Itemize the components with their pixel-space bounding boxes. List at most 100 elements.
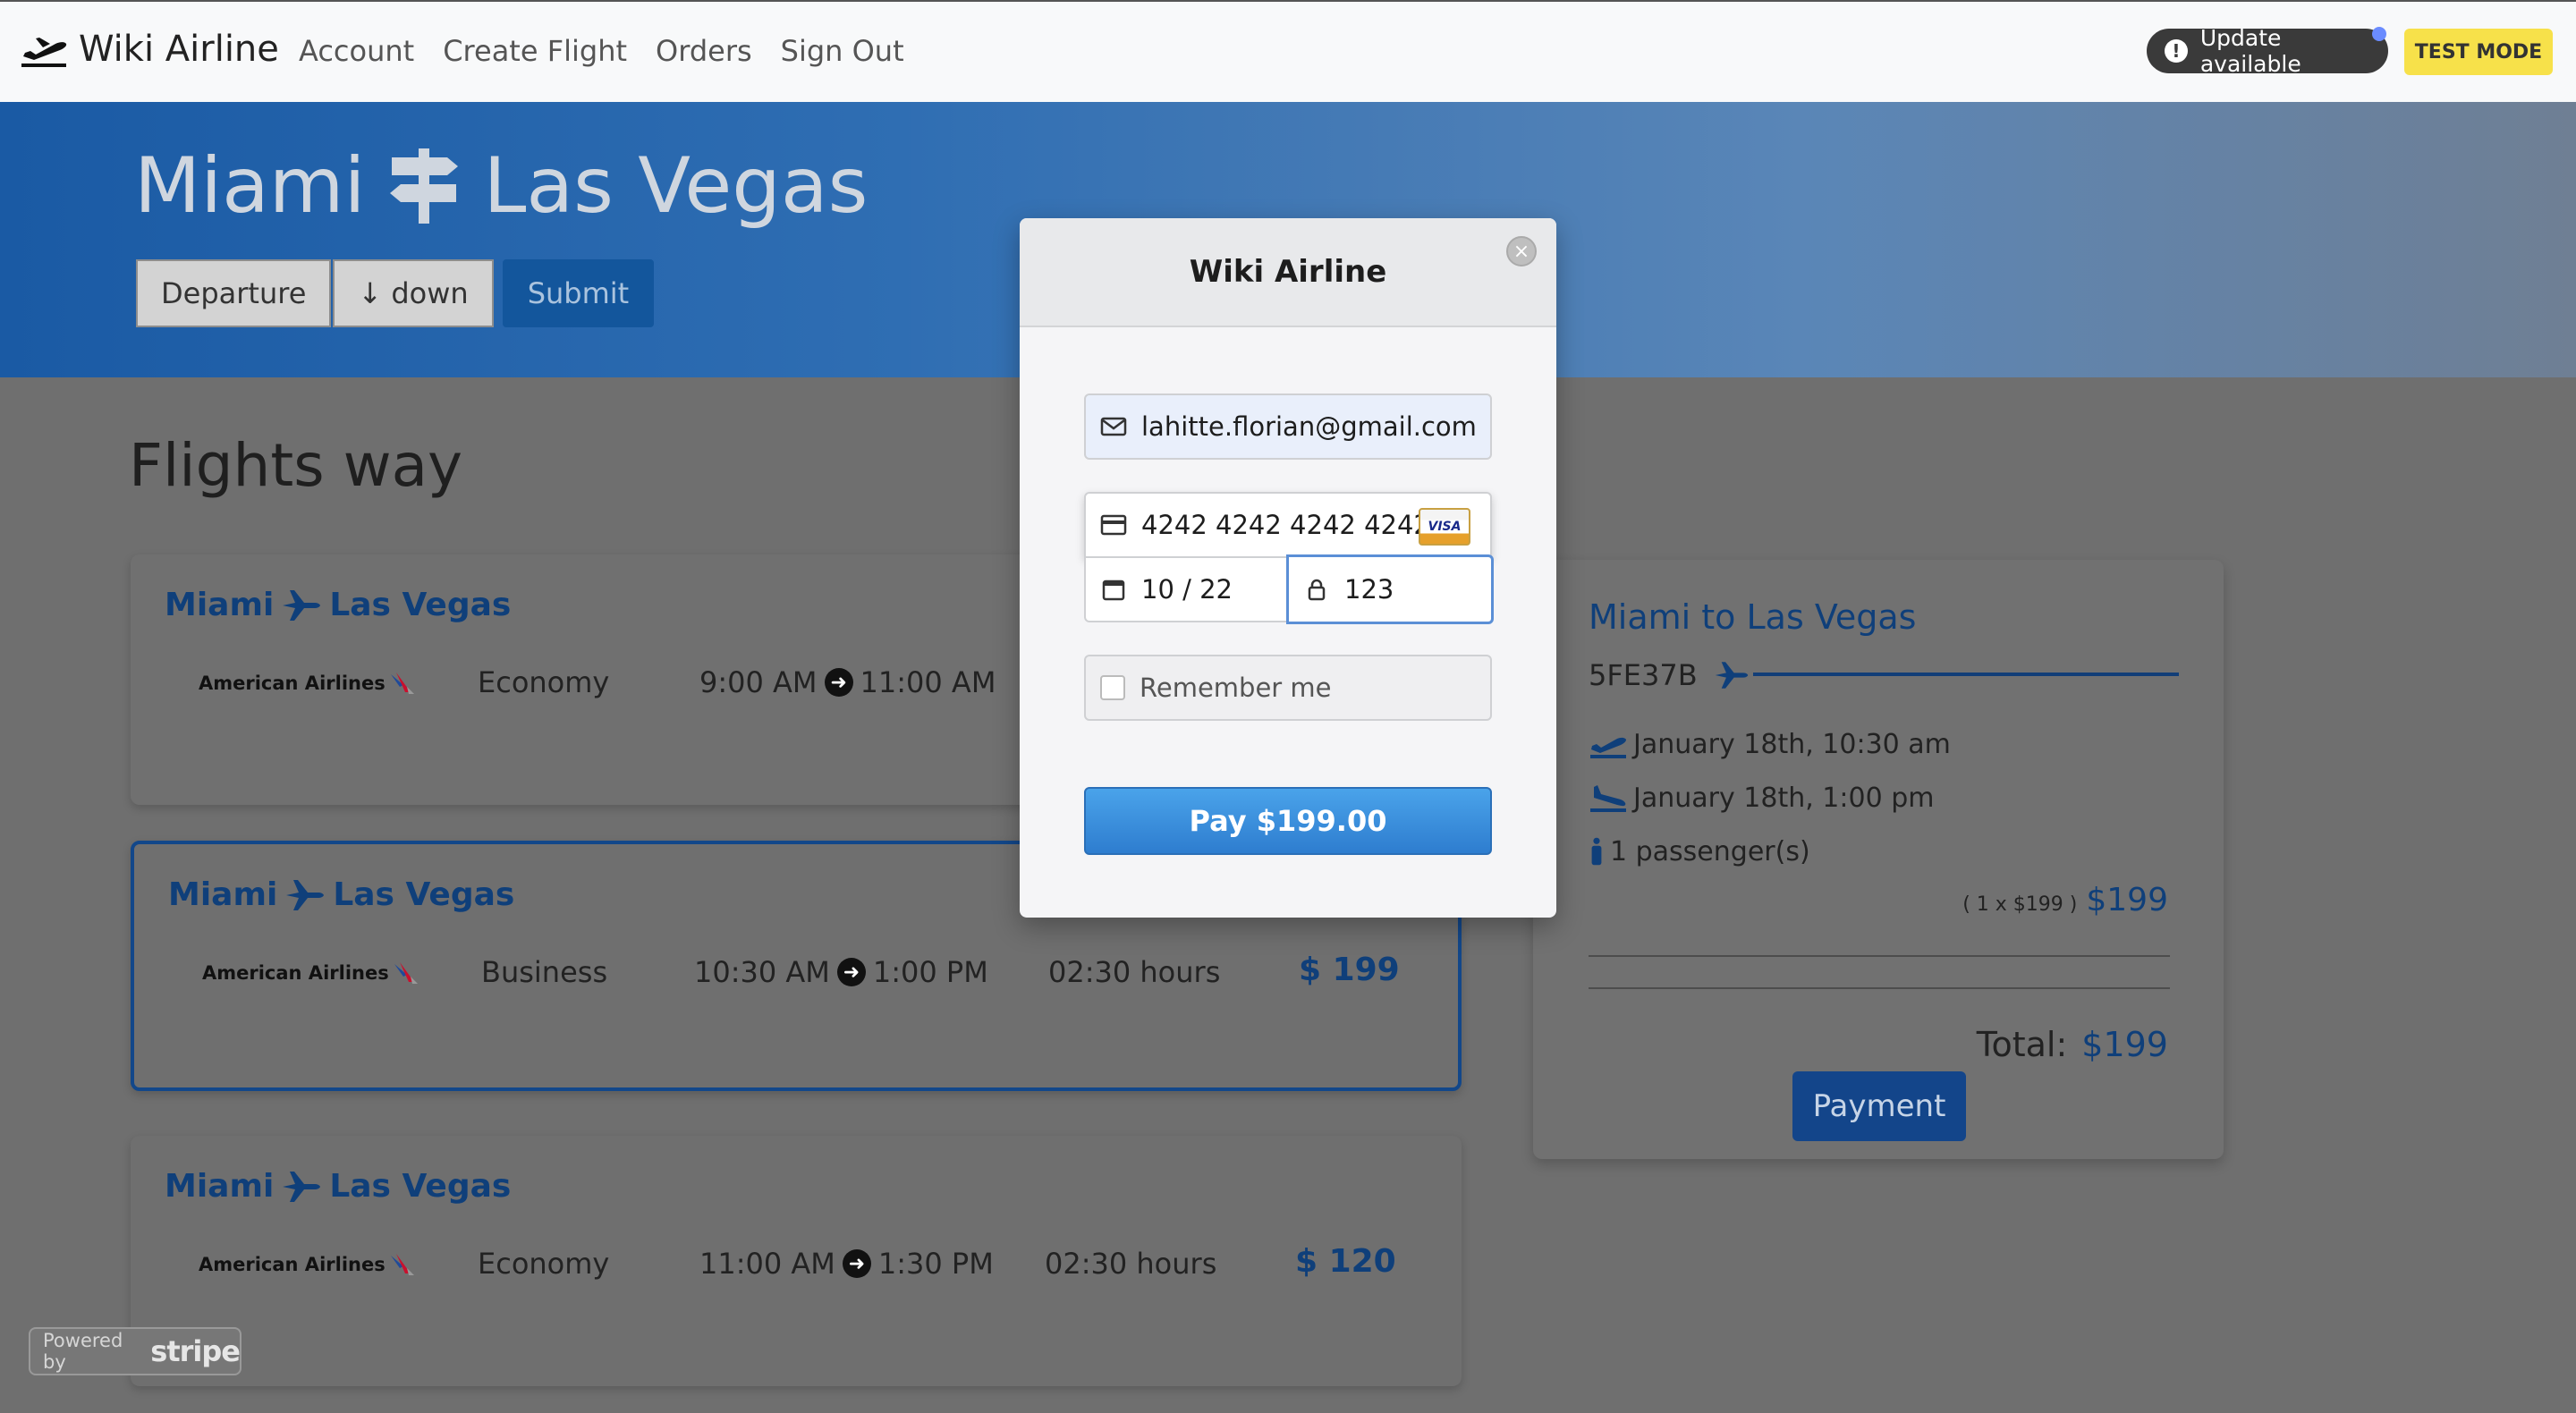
section-title: Flights way: [129, 431, 463, 500]
update-label: Update available: [2199, 25, 2301, 77]
nav-sign-out[interactable]: Sign Out: [781, 34, 904, 68]
update-available-button[interactable]: ! Update available: [2147, 25, 2388, 77]
email-field[interactable]: lahitte.florian@gmail.com: [1084, 393, 1492, 460]
route-to: Las Vegas: [329, 587, 512, 623]
order-summary: Miami to Las Vegas 5FE37B January 18th, …: [1533, 560, 2224, 1159]
lock-icon: [1308, 579, 1326, 601]
sort-down-button[interactable]: ↓ down: [333, 259, 494, 327]
cabin-class: Business: [481, 955, 608, 989]
remember-label: Remember me: [1140, 673, 1332, 703]
arrive-time: 11:00 AM: [860, 665, 996, 699]
signpost-icon: [390, 148, 459, 224]
flight-times: 9:00 AM ➜ 11:00 AM: [699, 665, 996, 699]
plane-arrival-icon: [1590, 785, 1626, 812]
depart-time: 10:30 AM: [694, 955, 830, 989]
total-value: $199: [2081, 1025, 2168, 1064]
expiry-field[interactable]: 10 / 22: [1084, 556, 1288, 622]
person-icon: [1591, 837, 1602, 866]
card-number-field[interactable]: 4242 4242 4242 4242 VISA: [1084, 492, 1492, 558]
calendar-icon: [1102, 580, 1125, 601]
arrow-right-icon: ➜: [836, 958, 866, 986]
nav-create-flight[interactable]: Create Flight: [443, 34, 627, 68]
airline-name: American Airlines: [199, 1254, 386, 1275]
plane-departure-icon: [1590, 737, 1626, 758]
divider: [1589, 987, 2170, 989]
hero-to: Las Vegas: [483, 141, 869, 231]
close-icon[interactable]: ×: [1506, 236, 1537, 267]
total-label: Total:: [1976, 1025, 2068, 1064]
powered-by-stripe[interactable]: Powered by stripe: [29, 1327, 242, 1375]
sort-controls: Departure ↓ down Submit: [136, 259, 655, 327]
cvc-field[interactable]: 123: [1286, 554, 1494, 624]
airline-eagle-icon: [394, 962, 418, 984]
nav-account[interactable]: Account: [299, 34, 414, 68]
flight-code-text: 5FE37B: [1589, 658, 1698, 692]
depart-time: 9:00 AM: [699, 665, 818, 699]
checkbox-icon[interactable]: [1100, 675, 1125, 700]
route-from: Miami: [168, 876, 278, 913]
divider: [1589, 955, 2170, 957]
total-row: Total: $199: [1977, 1025, 2168, 1064]
route-to: Las Vegas: [333, 876, 515, 913]
airplane-icon: [286, 879, 325, 910]
cabin-class: Economy: [478, 1247, 610, 1281]
price-calc: ( 1 x $199 ) $199: [1962, 882, 2168, 918]
cvc-value: 123: [1344, 574, 1394, 605]
notification-dot: [2372, 27, 2386, 41]
arrive-time: 1:30 PM: [877, 1247, 994, 1281]
cabin-class: Economy: [478, 665, 610, 699]
flight-code: 5FE37B: [1589, 658, 1750, 692]
nav-links: Account Create Flight Orders Sign Out: [299, 34, 933, 68]
visa-card-icon: VISA: [1419, 508, 1470, 546]
airplane-icon: [283, 589, 321, 621]
departure-button[interactable]: Departure: [136, 259, 332, 327]
nav-orders[interactable]: Orders: [656, 34, 752, 68]
flight-route: Miami Las Vegas: [165, 1168, 511, 1205]
brand[interactable]: Wiki Airline: [20, 29, 279, 70]
arrival-row: January 18th, 1:00 pm: [1589, 782, 1934, 814]
price-breakdown: ( 1 x $199 ): [1962, 893, 2078, 916]
airline-logo: American Airlines: [199, 1252, 416, 1277]
hero-from: Miami: [134, 141, 366, 231]
email-value: lahitte.florian@gmail.com: [1141, 411, 1477, 442]
flight-card[interactable]: Miami Las Vegas American Airlines Econom…: [131, 1136, 1462, 1386]
flight-times: 10:30 AM ➜ 1:00 PM: [694, 955, 988, 989]
arrow-right-icon: ➜: [824, 668, 853, 697]
airline-logo: American Airlines: [199, 671, 416, 696]
navbar: Wiki Airline Account Create Flight Order…: [0, 0, 2576, 102]
flight-times: 11:00 AM ➜ 1:30 PM: [699, 1247, 994, 1281]
airline-logo: American Airlines: [202, 960, 419, 986]
card-number-value: 4242 4242 4242 4242: [1141, 510, 1430, 540]
subtotal: $199: [2086, 882, 2168, 918]
passengers-row: 1 passenger(s): [1589, 835, 1810, 867]
remember-me-checkbox[interactable]: Remember me: [1084, 655, 1492, 721]
pay-button[interactable]: Pay $199.00: [1084, 787, 1492, 855]
flight-price: $ 199: [1299, 952, 1400, 988]
airline-eagle-icon: [390, 1254, 414, 1275]
flight-duration: 02:30 hours: [1045, 1247, 1217, 1281]
airline-name: American Airlines: [199, 673, 386, 694]
arrow-right-icon: ➜: [842, 1249, 871, 1278]
submit-button[interactable]: Submit: [502, 259, 655, 327]
flight-duration: 02:30 hours: [1048, 955, 1221, 989]
flight-route: Miami Las Vegas: [168, 876, 514, 913]
arrival-time: January 18th, 1:00 pm: [1633, 782, 1935, 814]
brand-name: Wiki Airline: [79, 29, 279, 70]
hero-title: Miami Las Vegas: [134, 141, 868, 231]
airline-name: American Airlines: [202, 962, 389, 984]
payment-button[interactable]: Payment: [1792, 1071, 1966, 1141]
passenger-count: 1 passenger(s): [1610, 835, 1810, 867]
route-from: Miami: [165, 587, 275, 623]
stripe-checkout-modal: Wiki Airline × lahitte.florian@gmail.com…: [1020, 218, 1556, 918]
stripe-logo: stripe: [150, 1334, 241, 1368]
summary-title: Miami to Las Vegas: [1589, 597, 1917, 637]
depart-time: 11:00 AM: [699, 1247, 835, 1281]
modal-header: Wiki Airline ×: [1020, 218, 1556, 327]
airplane-icon: [1715, 662, 1748, 689]
expiry-value: 10 / 22: [1141, 574, 1233, 605]
powered-label: Powered by: [43, 1330, 123, 1373]
airline-eagle-icon: [390, 673, 414, 694]
route-to: Las Vegas: [329, 1168, 512, 1205]
envelope-icon: [1100, 417, 1127, 436]
departure-time: January 18th, 10:30 am: [1633, 728, 1951, 760]
